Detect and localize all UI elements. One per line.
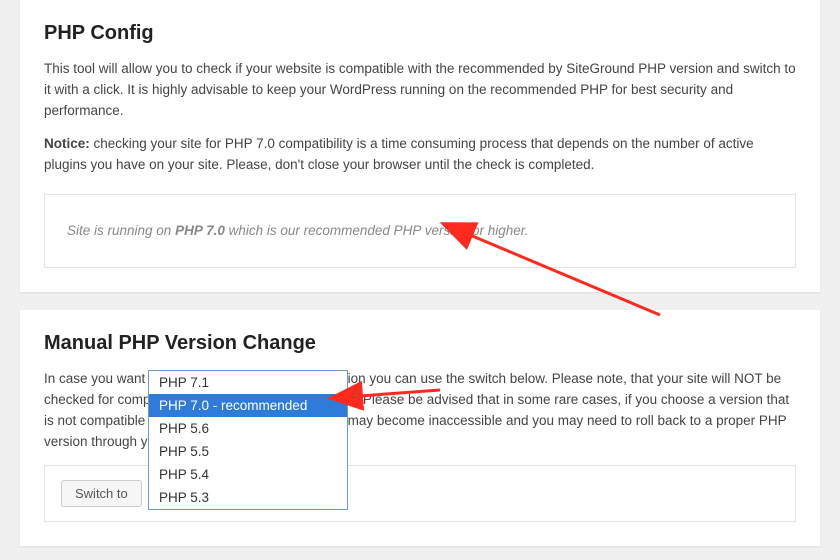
status-prefix: Site is running on xyxy=(67,223,175,238)
php-status-box: Site is running on PHP 7.0 which is our … xyxy=(44,194,796,268)
dropdown-option[interactable]: PHP 5.5 xyxy=(149,440,347,463)
php-config-title: PHP Config xyxy=(44,22,796,45)
dropdown-option[interactable]: PHP 7.1 xyxy=(149,371,347,394)
dropdown-option[interactable]: PHP 7.0 - recommended xyxy=(149,394,347,417)
php-config-description: This tool will allow you to check if you… xyxy=(44,59,796,122)
manual-change-panel: Manual PHP Version Change In case you wa… xyxy=(20,310,820,546)
dropdown-option[interactable]: PHP 5.4 xyxy=(149,463,347,486)
notice-text: checking your site for PHP 7.0 compatibi… xyxy=(44,136,754,172)
php-config-panel: PHP Config This tool will allow you to c… xyxy=(20,0,820,292)
dropdown-option[interactable]: PHP 5.3 xyxy=(149,486,347,509)
php-version-dropdown[interactable]: PHP 7.1 PHP 7.0 - recommended PHP 5.6 PH… xyxy=(148,370,348,510)
switch-to-button[interactable]: Switch to xyxy=(61,480,142,507)
status-version: PHP 7.0 xyxy=(175,223,225,238)
notice-label: Notice: xyxy=(44,136,90,151)
dropdown-option[interactable]: PHP 5.6 xyxy=(149,417,347,440)
status-suffix: which is our recommended PHP version or … xyxy=(225,223,529,238)
manual-change-title: Manual PHP Version Change xyxy=(44,332,796,355)
php-config-notice: Notice: checking your site for PHP 7.0 c… xyxy=(44,134,796,176)
